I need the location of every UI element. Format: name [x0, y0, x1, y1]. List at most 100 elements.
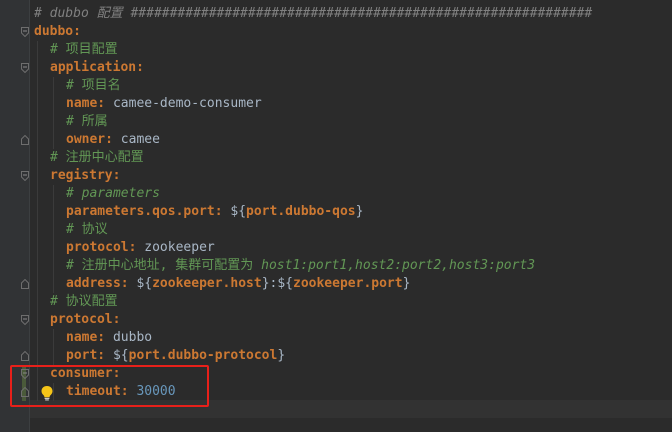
code-line[interactable]: name: dubbo	[0, 329, 672, 347]
code-token: dubbo:	[34, 24, 81, 39]
code-line[interactable]: # 项目配置	[0, 41, 672, 59]
code-text[interactable]: protocol:	[50, 311, 120, 329]
fold-end-icon[interactable]	[21, 135, 29, 145]
indent-guide	[53, 95, 54, 113]
indent-guide	[53, 257, 54, 275]
code-token: # 项目名	[66, 78, 121, 93]
code-line[interactable]: # 注册中心配置	[0, 149, 672, 167]
code-token: registry:	[50, 168, 121, 183]
code-token: }	[277, 348, 286, 363]
code-token: # parameters	[66, 186, 160, 201]
code-text[interactable]: owner: camee	[66, 131, 160, 149]
indent-guide	[37, 95, 38, 113]
indent-guide	[37, 257, 38, 275]
code-text[interactable]: protocol: zookeeper	[66, 239, 215, 257]
code-line[interactable]: application:	[0, 59, 672, 77]
code-text[interactable]: # parameters	[66, 185, 160, 203]
code-token: # 注册中心配置	[50, 150, 144, 165]
fold-collapse-icon[interactable]	[21, 27, 29, 37]
code-text[interactable]: # 协议配置	[50, 293, 118, 311]
code-line[interactable]: parameters.qos.port: ${port.dubbo-qos}	[0, 203, 672, 221]
code-text[interactable]: # 协议	[66, 221, 108, 239]
code-text[interactable]: address: ${zookeeper.host}:${zookeeper.p…	[66, 275, 410, 293]
indent-guide	[37, 221, 38, 239]
code-text[interactable]: # dubbo 配置 #############################…	[34, 5, 592, 23]
indent-guide	[53, 203, 54, 221]
code-line[interactable]: # dubbo 配置 #############################…	[0, 5, 672, 23]
code-line[interactable]: # 协议	[0, 221, 672, 239]
code-text[interactable]: # 项目配置	[50, 41, 118, 59]
code-token: port.dubbo-qos	[246, 204, 356, 219]
code-token: camee	[112, 132, 160, 147]
code-token: ${	[105, 348, 129, 363]
code-line[interactable]: owner: camee	[0, 131, 672, 149]
code-token: # dubbo	[34, 6, 97, 21]
fold-collapse-icon[interactable]	[21, 63, 29, 73]
code-text[interactable]: # 注册中心地址, 集群可配置为 host1:port1,host2:port2…	[66, 257, 535, 275]
indent-guide	[53, 77, 54, 95]
indent-guide	[37, 41, 38, 59]
code-line[interactable]: name: camee-demo-consumer	[0, 95, 672, 113]
indent-guide	[53, 347, 54, 365]
indent-guide	[53, 329, 54, 347]
code-text[interactable]: # 注册中心配置	[50, 149, 144, 167]
code-token: protocol:	[50, 312, 121, 327]
code-line[interactable]: # 注册中心地址, 集群可配置为 host1:port1,host2:port2…	[0, 257, 672, 275]
code-token: protocol:	[66, 240, 137, 255]
indent-guide	[37, 203, 38, 221]
code-line[interactable]: registry:	[0, 167, 672, 185]
code-text[interactable]: port: ${port.dubbo-protocol}	[66, 347, 285, 365]
fold-end-icon[interactable]	[21, 279, 29, 289]
code-token: address:	[66, 276, 129, 291]
code-line[interactable]: address: ${zookeeper.host}:${zookeeper.p…	[0, 275, 672, 293]
indent-guide	[37, 239, 38, 257]
code-line[interactable]: protocol:	[0, 311, 672, 329]
indent-guide	[37, 167, 38, 185]
code-token: }	[355, 204, 364, 219]
code-text[interactable]: registry:	[50, 167, 120, 185]
code-line[interactable]: port: ${port.dubbo-protocol}	[0, 347, 672, 365]
indent-guide	[37, 275, 38, 293]
code-token: ${	[128, 276, 153, 291]
code-token: 配置	[96, 6, 123, 21]
indent-guide	[37, 113, 38, 131]
code-text[interactable]: parameters.qos.port: ${port.dubbo-qos}	[66, 203, 363, 221]
code-token: port.dubbo-protocol	[128, 348, 278, 363]
fold-collapse-icon[interactable]	[21, 315, 29, 325]
code-token: owner:	[66, 132, 113, 147]
code-token: name:	[66, 330, 106, 345]
code-line[interactable]: # 所属	[0, 113, 672, 131]
code-token: zookeeper.port	[293, 276, 403, 291]
indent-guide	[37, 149, 38, 167]
indent-guide	[37, 59, 38, 77]
code-text[interactable]: # 所属	[66, 113, 108, 131]
code-line[interactable]: dubbo:	[0, 23, 672, 41]
annotation-highlight-box	[10, 365, 209, 407]
code-line[interactable]: # 协议配置	[0, 293, 672, 311]
indent-guide	[53, 131, 54, 149]
code-line[interactable]: protocol: zookeeper	[0, 239, 672, 257]
indent-guide	[37, 311, 38, 329]
code-token: ${	[222, 204, 247, 219]
code-token: parameters.qos.port:	[66, 204, 223, 219]
indent-guide	[53, 221, 54, 239]
fold-end-icon[interactable]	[21, 351, 29, 361]
code-text[interactable]: application:	[50, 59, 144, 77]
code-token: ########################################…	[122, 6, 593, 21]
code-token: # 所属	[66, 114, 108, 129]
code-line[interactable]: # 项目名	[0, 77, 672, 95]
code-editor[interactable]: # dubbo 配置 #############################…	[0, 0, 672, 432]
code-token: # 协议配置	[50, 294, 118, 309]
code-text[interactable]: # 项目名	[66, 77, 121, 95]
indent-guide	[37, 347, 38, 365]
code-line[interactable]: # parameters	[0, 185, 672, 203]
code-token: dubbo	[105, 330, 153, 345]
indent-guide	[53, 275, 54, 293]
code-text[interactable]: name: camee-demo-consumer	[66, 95, 262, 113]
indent-guide	[37, 329, 38, 347]
code-text[interactable]: dubbo:	[34, 23, 81, 41]
code-token: camee-demo-consumer	[105, 96, 262, 111]
code-text[interactable]: name: dubbo	[66, 329, 152, 347]
fold-collapse-icon[interactable]	[21, 171, 29, 181]
code-token: port:	[66, 348, 106, 363]
